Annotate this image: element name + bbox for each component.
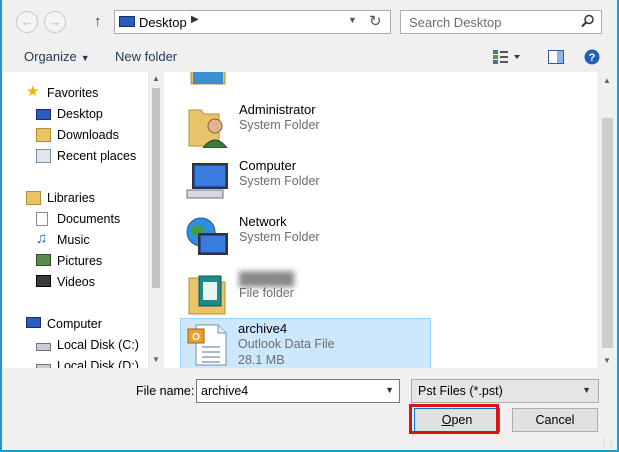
address-bar[interactable]: Desktop ▶ ▼ ↻ [114,10,391,34]
file-type: File folder [239,286,294,300]
nav-item-label: Pictures [57,254,103,268]
nav-item-label: Videos [57,275,95,289]
network-icon [186,217,228,255]
user-folder-icon [188,109,228,148]
list-item[interactable]: Administrator System Folder [182,100,432,152]
chevron-down-icon[interactable]: ▼ [385,385,394,395]
nav-item-label: Downloads [57,128,119,142]
folder-icon [190,72,226,85]
file-list: System Folder Administrator System Folde… [164,72,615,368]
file-name-label: File name: [136,384,195,398]
chevron-right-icon[interactable]: ▶ [191,14,199,25]
nav-libraries-label: Libraries [47,191,95,205]
chevron-down-icon[interactable]: ▼ [348,15,357,25]
resize-grip-icon[interactable]: ⋮⋮ [600,438,615,447]
nav-item-label: Local Disk (D:) [57,359,139,368]
computer-icon [186,163,228,199]
scroll-down-icon[interactable]: ▼ [152,355,160,364]
scroll-up-icon[interactable]: ▲ [152,74,160,83]
file-name: Administrator [239,102,316,117]
file-name-input[interactable]: archive4 ▼ [196,379,400,403]
documents-icon [36,212,48,226]
computer-icon [26,317,41,328]
drive-icon [36,343,51,351]
recent-places-icon [36,149,51,163]
file-type: System Folder [239,174,320,188]
file-size: 28.1 MB [238,353,285,367]
refresh-icon[interactable]: ↻ [369,12,382,30]
folder-icon [188,275,226,315]
file-type: System Folder [239,118,320,132]
star-icon: ★ [26,83,40,100]
chevron-down-icon: ▼ [582,385,591,395]
nav-item-label: Recent places [57,149,137,163]
search-icon[interactable] [581,14,595,28]
file-type: System Folder [239,230,320,244]
scrollbar-thumb[interactable] [602,118,613,348]
list-item[interactable]: ██████ File folder [182,268,432,320]
file-name: Network [239,214,287,229]
up-arrow-icon[interactable]: ↑ [94,12,102,32]
chevron-down-icon: ▼ [80,53,90,63]
cancel-button[interactable]: Cancel [512,408,598,432]
list-item[interactable]: Network System Folder [182,212,432,264]
scroll-down-icon[interactable]: ▼ [603,356,611,365]
drive-icon [36,364,51,368]
file-name-value[interactable]: archive4 [201,384,248,398]
nav-scrollbar[interactable]: ▲ ▼ [148,72,162,368]
nav-computer-label: Computer [47,317,102,331]
music-icon: ♫ [36,230,48,247]
annotation-highlight-box [409,404,499,434]
organize-button[interactable]: Organize ▼ [24,49,90,64]
file-name-blurred: ██████ [239,271,295,286]
organize-label: Organize [24,49,77,64]
preview-pane-icon[interactable] [548,50,564,64]
list-item[interactable]: System Folder [182,72,432,92]
navigation-pane: ★ Favorites Desktop Downloads Recent pla… [2,72,162,368]
desktop-icon [36,109,51,120]
search-placeholder: Search Desktop [409,15,502,30]
scroll-up-icon[interactable]: ▲ [603,76,611,85]
videos-icon [36,275,51,287]
forward-arrow-icon[interactable]: → [44,11,66,33]
svg-text:O: O [192,332,200,343]
libraries-icon [26,191,41,205]
search-input[interactable]: Search Desktop [400,10,602,34]
desktop-icon [119,16,135,27]
list-item[interactable]: Computer System Folder [182,156,432,208]
back-arrow-icon[interactable]: ← [16,11,38,33]
open-file-dialog: ← → ↑ Desktop ▶ ▼ ↻ Search Desktop Organ… [2,0,617,450]
nav-favorites-label: Favorites [47,86,99,100]
new-folder-button[interactable]: New folder [115,49,177,64]
downloads-icon [36,128,51,142]
help-icon[interactable]: ? [584,49,600,65]
file-type-value: Pst Files (*.pst) [418,384,503,398]
pictures-icon [36,254,51,266]
file-name: Computer [239,158,297,173]
outlook-file-icon: O [187,324,227,366]
address-location[interactable]: Desktop [139,15,187,30]
nav-item-label: Documents [57,212,121,226]
view-options-icon[interactable] [493,50,521,64]
file-list-scrollbar[interactable]: ▲ ▼ [598,72,615,368]
file-type-select[interactable]: Pst Files (*.pst) ▼ [411,379,599,403]
file-type: Outlook Data File [238,337,335,351]
svg-text:?: ? [589,52,596,64]
scrollbar-thumb[interactable] [152,88,160,288]
list-item-selected[interactable]: O archive4 Outlook Data File 28.1 MB [180,318,431,368]
nav-item-label: Desktop [57,107,103,121]
file-name: archive4 [238,321,288,336]
nav-item-label: Music [57,233,90,247]
nav-item-label: Local Disk (C:) [57,338,139,352]
